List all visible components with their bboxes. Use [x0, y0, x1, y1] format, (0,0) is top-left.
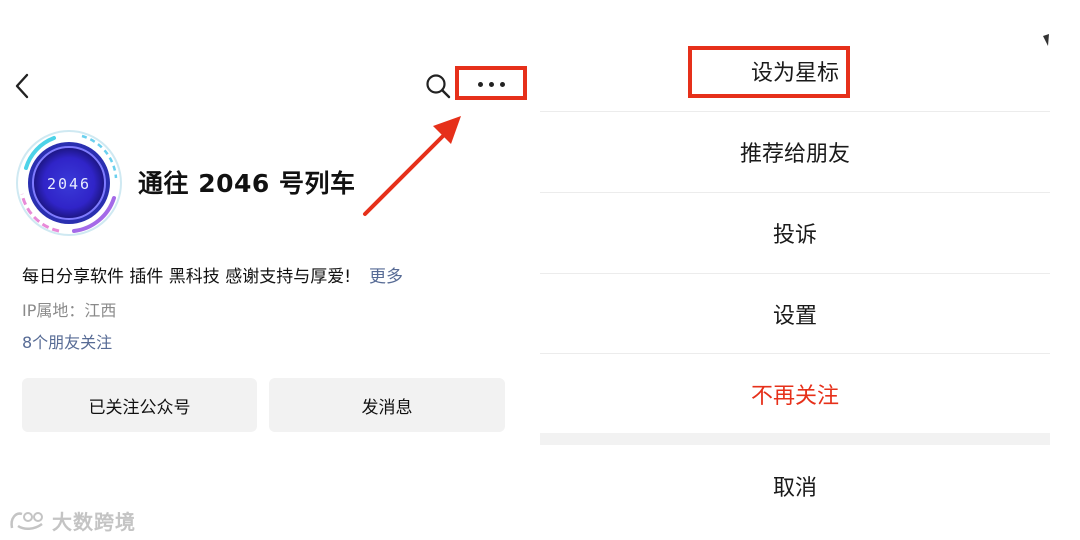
- cancel-button[interactable]: 取消: [540, 446, 1050, 526]
- avatar-text: 2046: [47, 175, 91, 193]
- watermark: 大数跨境: [8, 505, 136, 535]
- watermark-text: 大数跨境: [52, 509, 136, 534]
- menu-item-label: 投诉: [772, 223, 817, 248]
- more-options-menu: 设为星标 推荐给朋友 投诉 设置 不再关注 取消: [540, 0, 1080, 540]
- send-message-button[interactable]: 发消息: [269, 378, 505, 432]
- menu-item-unfollow[interactable]: 不再关注: [540, 354, 1050, 434]
- account-name: 通往 2046 号列车: [138, 169, 356, 198]
- search-icon[interactable]: [424, 72, 452, 100]
- cancel-label: 取消: [772, 476, 817, 501]
- arrow-annotation: [363, 116, 461, 216]
- avatar: 2046: [16, 130, 122, 236]
- menu-item-label: 设置: [772, 304, 817, 329]
- account-description: 每日分享软件 插件 黑科技 感谢支持与厚爱! 更多: [22, 262, 403, 287]
- menu-separator: [540, 433, 1050, 445]
- menu-item-complain[interactable]: 投诉: [540, 193, 1050, 273]
- set-star-highlight: [688, 46, 850, 98]
- watermark-logo-icon: [10, 512, 43, 530]
- menu-item-settings[interactable]: 设置: [540, 274, 1050, 354]
- description-more-link[interactable]: 更多: [369, 267, 403, 287]
- more-dots-icon[interactable]: [475, 82, 507, 88]
- menu-item-label: 不再关注: [750, 384, 839, 409]
- account-profile-panel: 2046 通往 2046 号列车 每日分享软件 插件 黑科技 感谢支持与厚爱! 更…: [0, 0, 540, 540]
- more-button-highlight[interactable]: [455, 66, 527, 100]
- followed-account-button[interactable]: 已关注公众号: [22, 378, 257, 432]
- friends-following-link[interactable]: 8个朋友关注: [22, 329, 112, 353]
- menu-item-recommend[interactable]: 推荐给朋友: [540, 112, 1050, 192]
- menu-item-label: 推荐给朋友: [739, 142, 850, 167]
- back-chevron-icon[interactable]: [10, 70, 34, 102]
- description-text: 每日分享软件 插件 黑科技 感谢支持与厚爱!: [22, 267, 352, 287]
- ip-location: IP属地：江西: [22, 301, 117, 320]
